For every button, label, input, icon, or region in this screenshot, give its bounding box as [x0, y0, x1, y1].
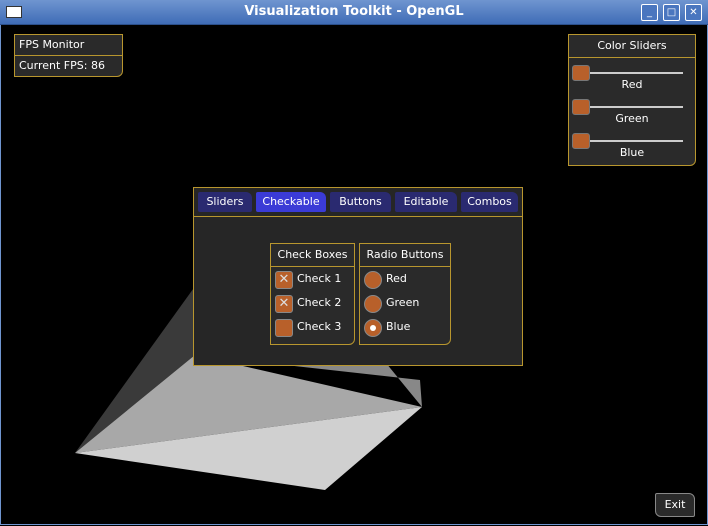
fps-monitor-panel: FPS Monitor Current FPS: 86 [14, 34, 123, 77]
color-sliders-title: Color Sliders [569, 35, 695, 58]
green-slider[interactable]: Green [569, 92, 695, 126]
tab-buttons[interactable]: Buttons [330, 192, 391, 212]
slider-label: Blue [619, 146, 645, 159]
radio-label: Blue [386, 320, 411, 333]
check-2[interactable]: ✕ Check 2 [271, 291, 354, 315]
check-1[interactable]: ✕ Check 1 [271, 267, 354, 291]
minimize-button[interactable]: _ [641, 4, 658, 21]
radio-buttons-title: Radio Buttons [360, 244, 450, 267]
tab-checkable[interactable]: Checkable [256, 192, 326, 212]
title-bar: Visualization Toolkit - OpenGL _ □ ✕ [0, 0, 708, 25]
radio-blue[interactable]: Blue [360, 315, 450, 339]
slider-track [575, 140, 683, 142]
checkbox-label: Check 2 [297, 296, 342, 309]
red-slider[interactable]: Red [569, 58, 695, 92]
radio-buttons-group: Radio Buttons Red Green Blue [359, 243, 451, 345]
tab-sliders[interactable]: Sliders [198, 192, 252, 212]
fps-monitor-title: FPS Monitor [15, 35, 122, 56]
radio-label: Green [386, 296, 420, 309]
tab-combos[interactable]: Combos [461, 192, 518, 212]
slider-track [575, 72, 683, 74]
exit-button[interactable]: Exit [655, 493, 695, 517]
checkbox-label: Check 3 [297, 320, 342, 333]
blue-slider[interactable]: Blue [569, 126, 695, 160]
checkbox-checked-icon[interactable]: ✕ [275, 271, 293, 289]
tab-editable[interactable]: Editable [395, 192, 457, 212]
check-boxes-title: Check Boxes [271, 244, 354, 267]
slider-label: Green [615, 112, 649, 125]
checkbox-label: Check 1 [297, 272, 342, 285]
radio-red[interactable]: Red [360, 267, 450, 291]
color-sliders-panel: Color Sliders Red Green Blue [568, 34, 696, 166]
slider-track [575, 106, 683, 108]
radio-selected-icon[interactable] [364, 319, 382, 337]
radio-unselected-icon[interactable] [364, 295, 382, 313]
slider-label: Red [621, 78, 643, 91]
checkbox-unchecked-icon[interactable] [275, 319, 293, 337]
close-button[interactable]: ✕ [685, 4, 702, 21]
check-boxes-group: Check Boxes ✕ Check 1 ✕ Check 2 Check 3 [270, 243, 355, 345]
tab-bar: Sliders Checkable Buttons Editable Combo… [194, 188, 522, 217]
radio-green[interactable]: Green [360, 291, 450, 315]
check-3[interactable]: Check 3 [271, 315, 354, 339]
maximize-button[interactable]: □ [663, 4, 680, 21]
current-fps: Current FPS: 86 [19, 59, 105, 72]
window-title: Visualization Toolkit - OpenGL [244, 4, 464, 19]
checkbox-checked-icon[interactable]: ✕ [275, 295, 293, 313]
tab-widget: Sliders Checkable Buttons Editable Combo… [193, 187, 523, 366]
radio-label: Red [386, 272, 407, 285]
radio-unselected-icon[interactable] [364, 271, 382, 289]
